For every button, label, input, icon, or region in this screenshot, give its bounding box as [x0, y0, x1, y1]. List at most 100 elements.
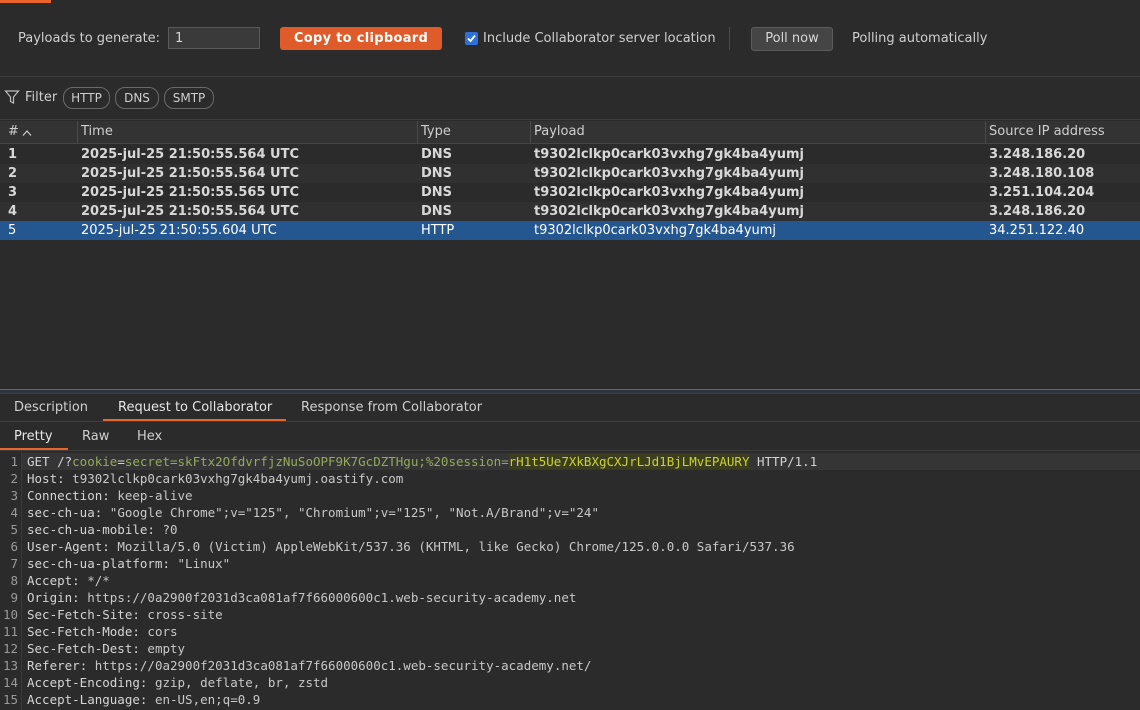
request-header-line: Sec-Fetch-Dest: empty — [27, 641, 185, 656]
header-value: en-US,en;q=0.9 — [154, 692, 261, 707]
tab-description[interactable]: Description — [14, 395, 88, 420]
row-source-ip: 3.248.180.108 — [989, 166, 1095, 181]
row-time: 2025-jul-25 21:50:55.604 UTC — [81, 223, 277, 238]
query-param-value-highlight: rH1t5Ue7XkBXgCXJrLJd1BjLMvEPAURY — [508, 454, 750, 469]
line-number: 6 — [10, 539, 18, 554]
row-number: 4 — [8, 204, 18, 219]
line-number: 3 — [10, 488, 18, 503]
tab-raw[interactable]: Raw — [82, 424, 109, 449]
row-time: 2025-jul-25 21:50:55.564 UTC — [81, 147, 299, 162]
header-separator: : — [139, 692, 155, 707]
row-source-ip: 3.248.186.20 — [989, 204, 1086, 219]
header-value: Mozilla/5.0 (Victim) AppleWebKit/537.36 … — [117, 539, 795, 554]
header-name: sec-ch-ua-platform — [27, 556, 163, 571]
include-location-checkbox[interactable] — [465, 32, 478, 45]
line-number: 13 — [2, 658, 18, 673]
header-name: Accept-Encoding — [27, 675, 140, 690]
header-name: Connection — [27, 488, 103, 503]
tab-pretty[interactable]: Pretty — [14, 424, 53, 449]
sort-ascending-icon — [22, 126, 32, 141]
header-separator: : — [102, 539, 118, 554]
row-type: DNS — [421, 166, 453, 181]
header-name: Referer — [27, 658, 80, 673]
request-header-line: Connection: keep-alive — [27, 488, 193, 503]
row-source-ip: 34.251.122.40 — [989, 223, 1085, 238]
header-name: Sec-Fetch-Mode — [27, 624, 133, 639]
tab-request-to-collaborator[interactable]: Request to Collaborator — [118, 395, 272, 420]
table-row[interactable]: 4 2025-jul-25 21:50:55.564 UTC DNS t9302… — [0, 202, 1140, 221]
filter-label[interactable]: Filter — [25, 90, 57, 105]
active-view-underline — [0, 448, 68, 450]
header-value: t9302lclkp0cark03vxhg7gk4ba4yumj.oastify… — [72, 471, 404, 486]
request-header-line: sec-ch-ua-platform: "Linux" — [27, 556, 230, 571]
row-number: 5 — [8, 223, 17, 238]
tab-response-from-collaborator[interactable]: Response from Collaborator — [301, 395, 482, 420]
line-number: 1 — [10, 454, 18, 469]
request-header-line: User-Agent: Mozilla/5.0 (Victim) AppleWe… — [27, 539, 795, 554]
table-row-selected[interactable]: 5 2025-jul-25 21:50:55.604 UTC HTTP t930… — [0, 221, 1140, 240]
table-row[interactable]: 1 2025-jul-25 21:50:55.564 UTC DNS t9302… — [0, 145, 1140, 164]
table-row[interactable]: 3 2025-jul-25 21:50:55.565 UTC DNS t9302… — [0, 183, 1140, 202]
copy-to-clipboard-button[interactable]: Copy to clipboard — [280, 27, 442, 50]
column-divider[interactable] — [530, 121, 531, 143]
row-payload: t9302lclkp0cark03vxhg7gk4ba4yumj — [534, 166, 804, 181]
header-name: Origin — [27, 590, 73, 605]
header-name: Host — [27, 471, 58, 486]
filter-chip-http[interactable]: HTTP — [63, 87, 110, 109]
request-header-line: Accept: */* — [27, 573, 110, 588]
filter-icon[interactable] — [4, 89, 20, 109]
request-line: GET /?cookie=secret=skFtx2OfdvrfjzNuSoOP… — [27, 454, 817, 469]
request-header-line: Referer: https://0a2900f2031d3ca081af7f6… — [27, 658, 591, 673]
row-time: 2025-jul-25 21:50:55.564 UTC — [81, 204, 299, 219]
header-name: sec-ch-ua-mobile — [27, 522, 148, 537]
header-separator: : — [94, 505, 110, 520]
poll-now-button[interactable]: Poll now — [751, 27, 833, 51]
row-payload: t9302lclkp0cark03vxhg7gk4ba4yumj — [534, 223, 777, 238]
column-divider[interactable] — [77, 121, 78, 143]
request-header-line: sec-ch-ua-mobile: ?0 — [27, 522, 178, 537]
row-type: HTTP — [421, 223, 455, 238]
payloads-label: Payloads to generate: — [18, 31, 161, 46]
column-header-source-ip[interactable]: Source IP address — [989, 121, 1105, 143]
line-number-gutter — [21, 451, 22, 710]
row-number: 2 — [8, 166, 18, 181]
header-name: Sec-Fetch-Site — [27, 607, 133, 622]
tab-hex[interactable]: Hex — [137, 424, 162, 449]
column-header-payload[interactable]: Payload — [534, 121, 585, 143]
header-name: User-Agent — [27, 539, 103, 554]
header-name: Accept — [27, 573, 73, 588]
filter-chip-smtp[interactable]: SMTP — [164, 87, 214, 109]
request-header-line: sec-ch-ua: "Google Chrome";v="125", "Chr… — [27, 505, 599, 520]
column-divider[interactable] — [985, 121, 986, 143]
line-number: 9 — [10, 590, 18, 605]
line-number: 5 — [10, 522, 18, 537]
payloads-count-input[interactable]: 1 — [168, 27, 260, 49]
header-value: gzip, deflate, br, zstd — [154, 675, 329, 690]
header-name: sec-ch-ua — [27, 505, 95, 520]
header-value: https://0a2900f2031d3ca081af7f66000600c1… — [94, 658, 592, 673]
row-time: 2025-jul-25 21:50:55.564 UTC — [81, 166, 299, 181]
header-separator: : — [132, 641, 148, 656]
column-header-type[interactable]: Type — [421, 121, 451, 143]
row-type: DNS — [421, 147, 453, 162]
polling-status: Polling automatically — [852, 31, 988, 46]
header-separator: : — [79, 658, 95, 673]
column-divider[interactable] — [417, 121, 418, 143]
column-header-number[interactable]: # — [8, 121, 19, 143]
table-row[interactable]: 2 2025-jul-25 21:50:55.564 UTC DNS t9302… — [0, 164, 1140, 183]
split-pane-divider[interactable] — [0, 389, 1140, 394]
line-number: 8 — [10, 573, 18, 588]
header-separator: : — [162, 556, 178, 571]
row-time: 2025-jul-25 21:50:55.565 UTC — [81, 185, 299, 200]
filter-chip-dns[interactable]: DNS — [115, 87, 159, 109]
line-number: 15 — [2, 692, 18, 707]
active-tab-indicator — [0, 0, 51, 3]
row-payload: t9302lclkp0cark03vxhg7gk4ba4yumj — [534, 147, 804, 162]
column-header-time[interactable]: Time — [81, 121, 113, 143]
row-type: DNS — [421, 185, 453, 200]
request-header-line: Origin: https://0a2900f2031d3ca081af7f66… — [27, 590, 576, 605]
header-separator: : — [147, 522, 163, 537]
request-header-line: Accept-Encoding: gzip, deflate, br, zstd — [27, 675, 328, 690]
request-header-line: Sec-Fetch-Site: cross-site — [27, 607, 223, 622]
row-payload: t9302lclkp0cark03vxhg7gk4ba4yumj — [534, 204, 804, 219]
